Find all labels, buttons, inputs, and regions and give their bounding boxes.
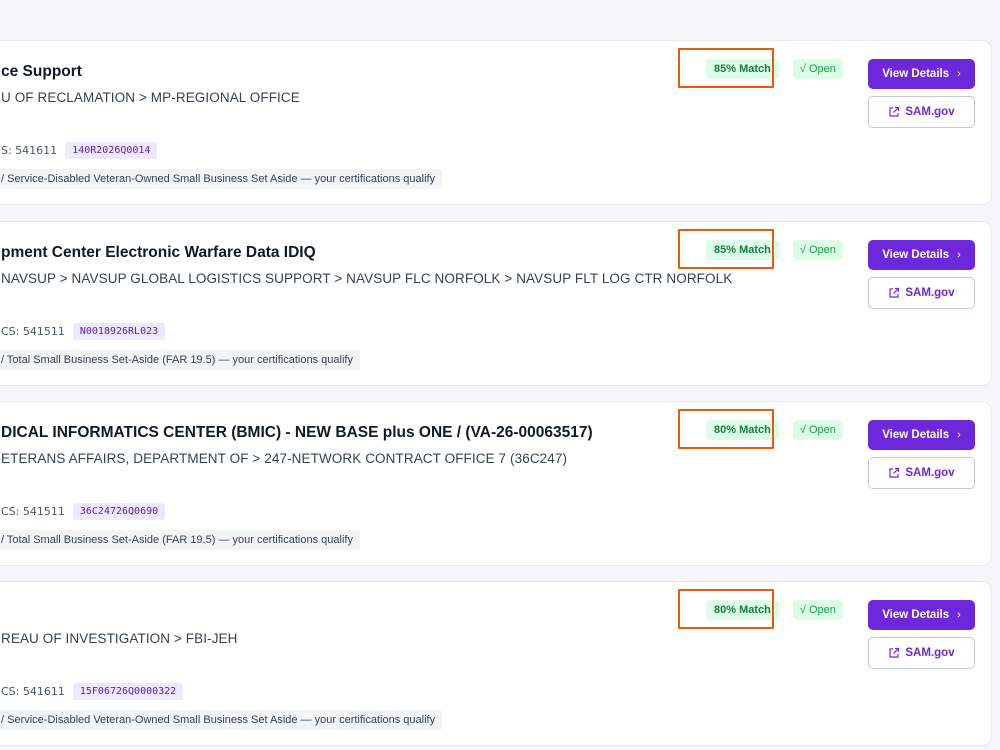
match-score-badge: 80% Match	[706, 420, 779, 440]
agency-path: NAVSUP > NAVSUP GLOBAL LOGISTICS SUPPORT…	[1, 271, 733, 286]
sam-gov-link-button[interactable]: SAM.gov	[868, 96, 975, 128]
sam-gov-link-button[interactable]: SAM.gov	[868, 277, 975, 309]
sam-gov-link-button[interactable]: SAM.gov	[868, 457, 975, 489]
sam-gov-link-button[interactable]: SAM.gov	[868, 637, 975, 669]
naics-code: CS: 541511	[1, 325, 65, 338]
external-link-icon	[888, 647, 900, 659]
view-details-button[interactable]: View Details ›	[868, 240, 975, 270]
match-score-badge: 85% Match	[706, 240, 779, 260]
sam-gov-label: SAM.gov	[905, 287, 955, 299]
solicitation-number: 140R2026Q0014	[65, 142, 158, 159]
external-link-icon	[888, 467, 900, 479]
match-score-badge: 80% Match	[706, 600, 779, 620]
certification-note: / Total Small Business Set-Aside (FAR 19…	[0, 530, 360, 550]
solicitation-number: 36C24726Q0690	[72, 503, 166, 520]
opportunity-card: ce Support U OF RECLAMATION > MP-REGIONA…	[0, 40, 992, 205]
opportunity-title[interactable]: DICAL INFORMATICS CENTER (BMIC) - NEW BA…	[1, 424, 593, 442]
view-details-button[interactable]: View Details ›	[868, 420, 975, 450]
opportunity-card: DICAL INFORMATICS CENTER (BMIC) - NEW BA…	[0, 401, 992, 566]
sam-gov-label: SAM.gov	[905, 467, 955, 479]
view-details-button[interactable]: View Details ›	[868, 59, 975, 89]
opportunity-title[interactable]: pment Center Electronic Warfare Data IDI…	[1, 244, 316, 262]
view-details-label: View Details	[882, 249, 950, 261]
naics-row: CS: 541511 36C24726Q0690	[1, 503, 166, 520]
match-score-badge: 85% Match	[706, 59, 779, 79]
opportunity-card: pment Center Electronic Warfare Data IDI…	[0, 221, 992, 386]
certification-note: / Service-Disabled Veteran-Owned Small B…	[0, 169, 443, 189]
naics-code: CS: 541611	[1, 685, 65, 698]
badge-row: 80% Match √ Open	[706, 600, 843, 620]
solicitation-number: N0018926RL023	[72, 323, 166, 340]
naics-code: S: 541611	[1, 144, 58, 157]
agency-path: ETERANS AFFAIRS, DEPARTMENT OF > 247-NET…	[1, 451, 568, 466]
status-badge: √ Open	[792, 240, 843, 260]
badge-row: 80% Match √ Open	[706, 420, 843, 440]
status-badge: √ Open	[792, 420, 843, 440]
chevron-right-icon: ›	[957, 609, 961, 621]
naics-row: S: 541611 140R2026Q0014	[1, 142, 158, 159]
opportunity-title[interactable]: ce Support	[1, 63, 82, 81]
solicitation-number: 15F06726Q0000322	[72, 683, 184, 700]
status-badge: √ Open	[792, 59, 843, 79]
naics-row: CS: 541511 N0018926RL023	[1, 323, 166, 340]
external-link-icon	[888, 287, 900, 299]
agency-path: REAU OF INVESTIGATION > FBI-JEH	[1, 631, 238, 646]
view-details-label: View Details	[882, 429, 950, 441]
naics-code: CS: 541511	[1, 505, 65, 518]
naics-row: CS: 541611 15F06726Q0000322	[1, 683, 184, 700]
certification-note: / Service-Disabled Veteran-Owned Small B…	[0, 710, 443, 730]
agency-path: U OF RECLAMATION > MP-REGIONAL OFFICE	[1, 90, 300, 105]
badge-row: 85% Match √ Open	[706, 59, 843, 79]
status-badge: √ Open	[792, 600, 843, 620]
sam-gov-label: SAM.gov	[905, 647, 955, 659]
opportunity-card: REAU OF INVESTIGATION > FBI-JEH CS: 5416…	[0, 581, 992, 746]
sam-gov-label: SAM.gov	[905, 106, 955, 118]
badge-row: 85% Match √ Open	[706, 240, 843, 260]
view-details-button[interactable]: View Details ›	[868, 600, 975, 630]
view-details-label: View Details	[882, 68, 950, 80]
external-link-icon	[888, 106, 900, 118]
chevron-right-icon: ›	[957, 68, 961, 80]
chevron-right-icon: ›	[957, 249, 961, 261]
certification-note: / Total Small Business Set-Aside (FAR 19…	[0, 350, 360, 370]
view-details-label: View Details	[882, 609, 950, 621]
chevron-right-icon: ›	[957, 429, 961, 441]
